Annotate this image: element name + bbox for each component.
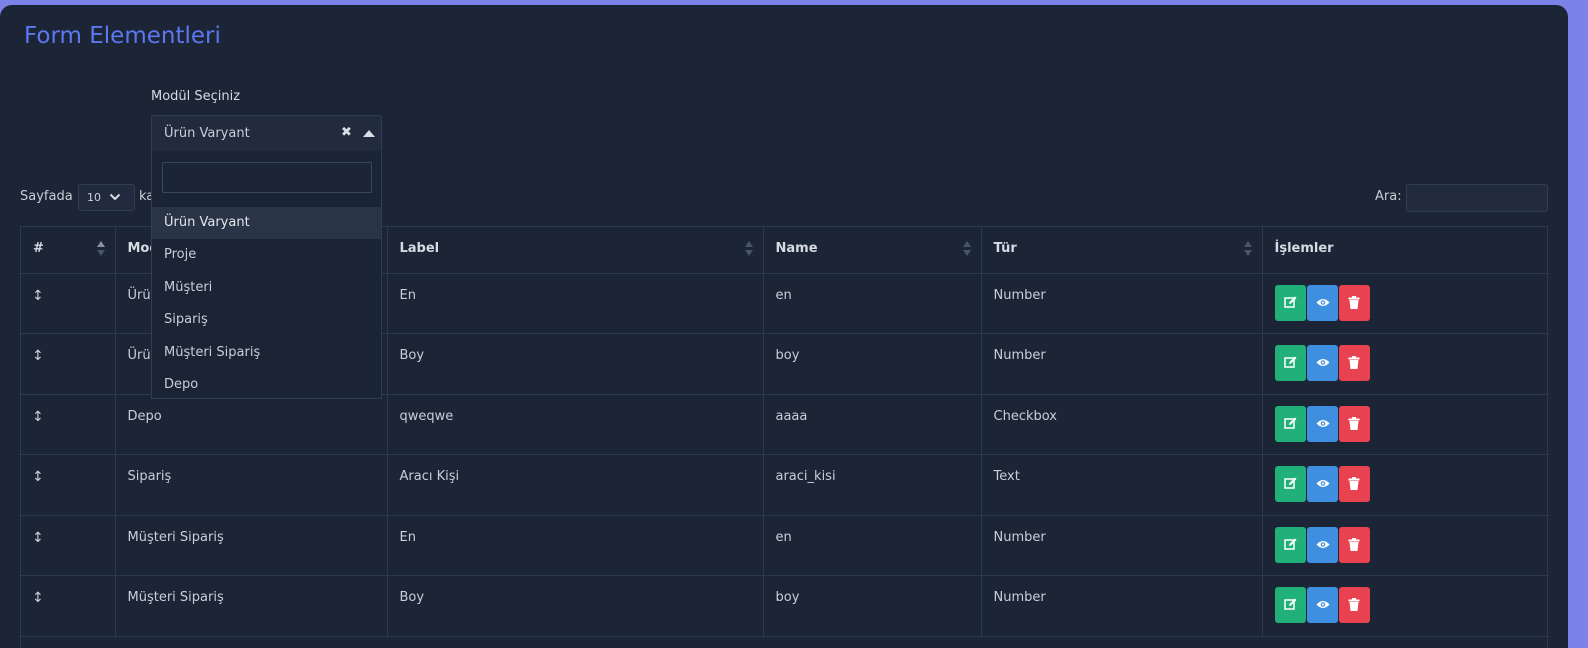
caret-up-icon[interactable] <box>363 130 375 137</box>
cell-actions <box>1262 515 1549 576</box>
chevron-down-icon <box>109 188 121 209</box>
column-header-label[interactable]: Label <box>387 227 764 274</box>
cell-type: Number <box>981 515 1263 576</box>
column-header-label: Label <box>399 241 440 256</box>
cell-module: Müşteri Sipariş <box>115 575 388 637</box>
clear-icon[interactable]: ✖ <box>341 125 352 140</box>
dropdown-option[interactable]: Müşteri Sipariş <box>152 337 381 369</box>
cell-label: qweqwe <box>387 394 764 455</box>
cell-type: Number <box>981 575 1263 637</box>
edit-button[interactable] <box>1274 405 1306 442</box>
vertical-arrows-icon[interactable]: ↕ <box>32 590 44 606</box>
cell-name: araci_kisi <box>763 454 982 516</box>
cell-module: Depo <box>115 394 388 455</box>
search-input[interactable] <box>1406 184 1548 212</box>
edit-button[interactable] <box>1274 587 1306 623</box>
cell-name: boy <box>763 333 982 395</box>
cell-type: Number <box>981 273 1263 334</box>
cell-name: en <box>763 273 982 334</box>
row-handle-cell: ↕ <box>21 575 116 637</box>
delete-button[interactable] <box>1338 345 1370 381</box>
delete-button[interactable] <box>1338 526 1370 563</box>
column-header-actions: İşlemler <box>1262 227 1549 274</box>
delete-button[interactable] <box>1338 587 1370 623</box>
edit-button[interactable] <box>1274 284 1306 321</box>
cell-label: En <box>387 273 764 334</box>
module-select[interactable]: Ürün Varyant ✖ <box>151 115 382 152</box>
cell-name: en <box>763 515 982 576</box>
cell-label: Boy <box>387 575 764 637</box>
cell-name: boy <box>763 575 982 637</box>
cell-type: Number <box>981 333 1263 395</box>
edit-button[interactable] <box>1274 526 1306 563</box>
length-prefix: Sayfada <box>20 189 73 204</box>
row-handle-cell: ↕ <box>21 333 116 395</box>
dropdown-option[interactable]: Sipariş <box>152 304 381 336</box>
cell-label: Boy <box>387 333 764 395</box>
view-button[interactable] <box>1306 405 1338 442</box>
column-header-label: # <box>33 241 44 256</box>
sort-icon[interactable] <box>744 241 753 257</box>
view-button[interactable] <box>1306 345 1338 381</box>
content-card: Form Elementleri Modül Seçiniz Ürün Vary… <box>0 5 1568 648</box>
vertical-arrows-icon[interactable]: ↕ <box>32 288 44 304</box>
dropdown-option[interactable]: Ürün Varyant <box>152 207 381 239</box>
edit-button[interactable] <box>1274 466 1306 502</box>
delete-button[interactable] <box>1338 405 1370 442</box>
cell-actions <box>1262 454 1549 516</box>
page-length-value: 10 <box>87 191 101 204</box>
cell-name: aaaa <box>763 394 982 455</box>
vertical-arrows-icon[interactable]: ↕ <box>32 469 44 485</box>
column-header-label: Tür <box>993 241 1017 256</box>
page-title: Form Elementleri <box>24 23 221 49</box>
table-row: ↕ Depo qweqwe aaaa Checkbox <box>21 394 1549 455</box>
edit-button[interactable] <box>1274 345 1306 381</box>
table-row: ↕ Müşteri Sipariş Boy boy Number <box>21 575 1549 637</box>
row-handle-cell: ↕ <box>21 394 116 455</box>
delete-button[interactable] <box>1338 466 1370 502</box>
delete-button[interactable] <box>1338 284 1370 321</box>
column-header-type[interactable]: Tür <box>981 227 1263 274</box>
cell-type: Checkbox <box>981 394 1263 455</box>
dropdown-option[interactable]: Depo <box>152 369 381 401</box>
page-length-select[interactable]: 10 <box>78 184 135 211</box>
column-header-index[interactable]: # <box>21 227 116 274</box>
search-label: Ara: <box>1375 189 1402 204</box>
cell-label: En <box>387 515 764 576</box>
view-button[interactable] <box>1306 526 1338 563</box>
cell-actions <box>1262 333 1549 395</box>
cell-module: Sipariş <box>115 454 388 516</box>
sort-icon[interactable] <box>1243 241 1252 257</box>
table-row: ↕ Müşteri Sipariş En en Number <box>21 515 1549 576</box>
vertical-arrows-icon[interactable]: ↕ <box>32 530 44 546</box>
dropdown-option[interactable]: Proje <box>152 239 381 271</box>
view-button[interactable] <box>1306 466 1338 502</box>
view-button[interactable] <box>1306 587 1338 623</box>
cell-type: Text <box>981 454 1263 516</box>
sort-icon[interactable] <box>962 241 971 257</box>
table-row: ↕ Sipariş Aracı Kişi araci_kisi Text <box>21 454 1549 516</box>
sort-icon[interactable] <box>96 241 105 257</box>
column-header-label: Name <box>775 241 818 256</box>
cell-actions <box>1262 273 1549 334</box>
column-header-label: İşlemler <box>1274 241 1334 256</box>
row-handle-cell: ↕ <box>21 273 116 334</box>
module-dropdown: Ürün Varyant Proje Müşteri Sipariş Müşte… <box>151 151 382 399</box>
module-select-label: Modül Seçiniz <box>151 89 241 104</box>
vertical-arrows-icon[interactable]: ↕ <box>32 348 44 364</box>
cell-actions <box>1262 575 1549 637</box>
module-select-value: Ürün Varyant <box>164 126 250 141</box>
row-handle-cell: ↕ <box>21 454 116 516</box>
cell-label: Aracı Kişi <box>387 454 764 516</box>
cell-actions <box>1262 394 1549 455</box>
dropdown-option[interactable]: Müşteri <box>152 272 381 304</box>
row-handle-cell: ↕ <box>21 515 116 576</box>
view-button[interactable] <box>1306 284 1338 321</box>
dropdown-search-input[interactable] <box>162 162 372 193</box>
vertical-arrows-icon[interactable]: ↕ <box>32 409 44 425</box>
column-header-name[interactable]: Name <box>763 227 982 274</box>
cell-module: Müşteri Sipariş <box>115 515 388 576</box>
